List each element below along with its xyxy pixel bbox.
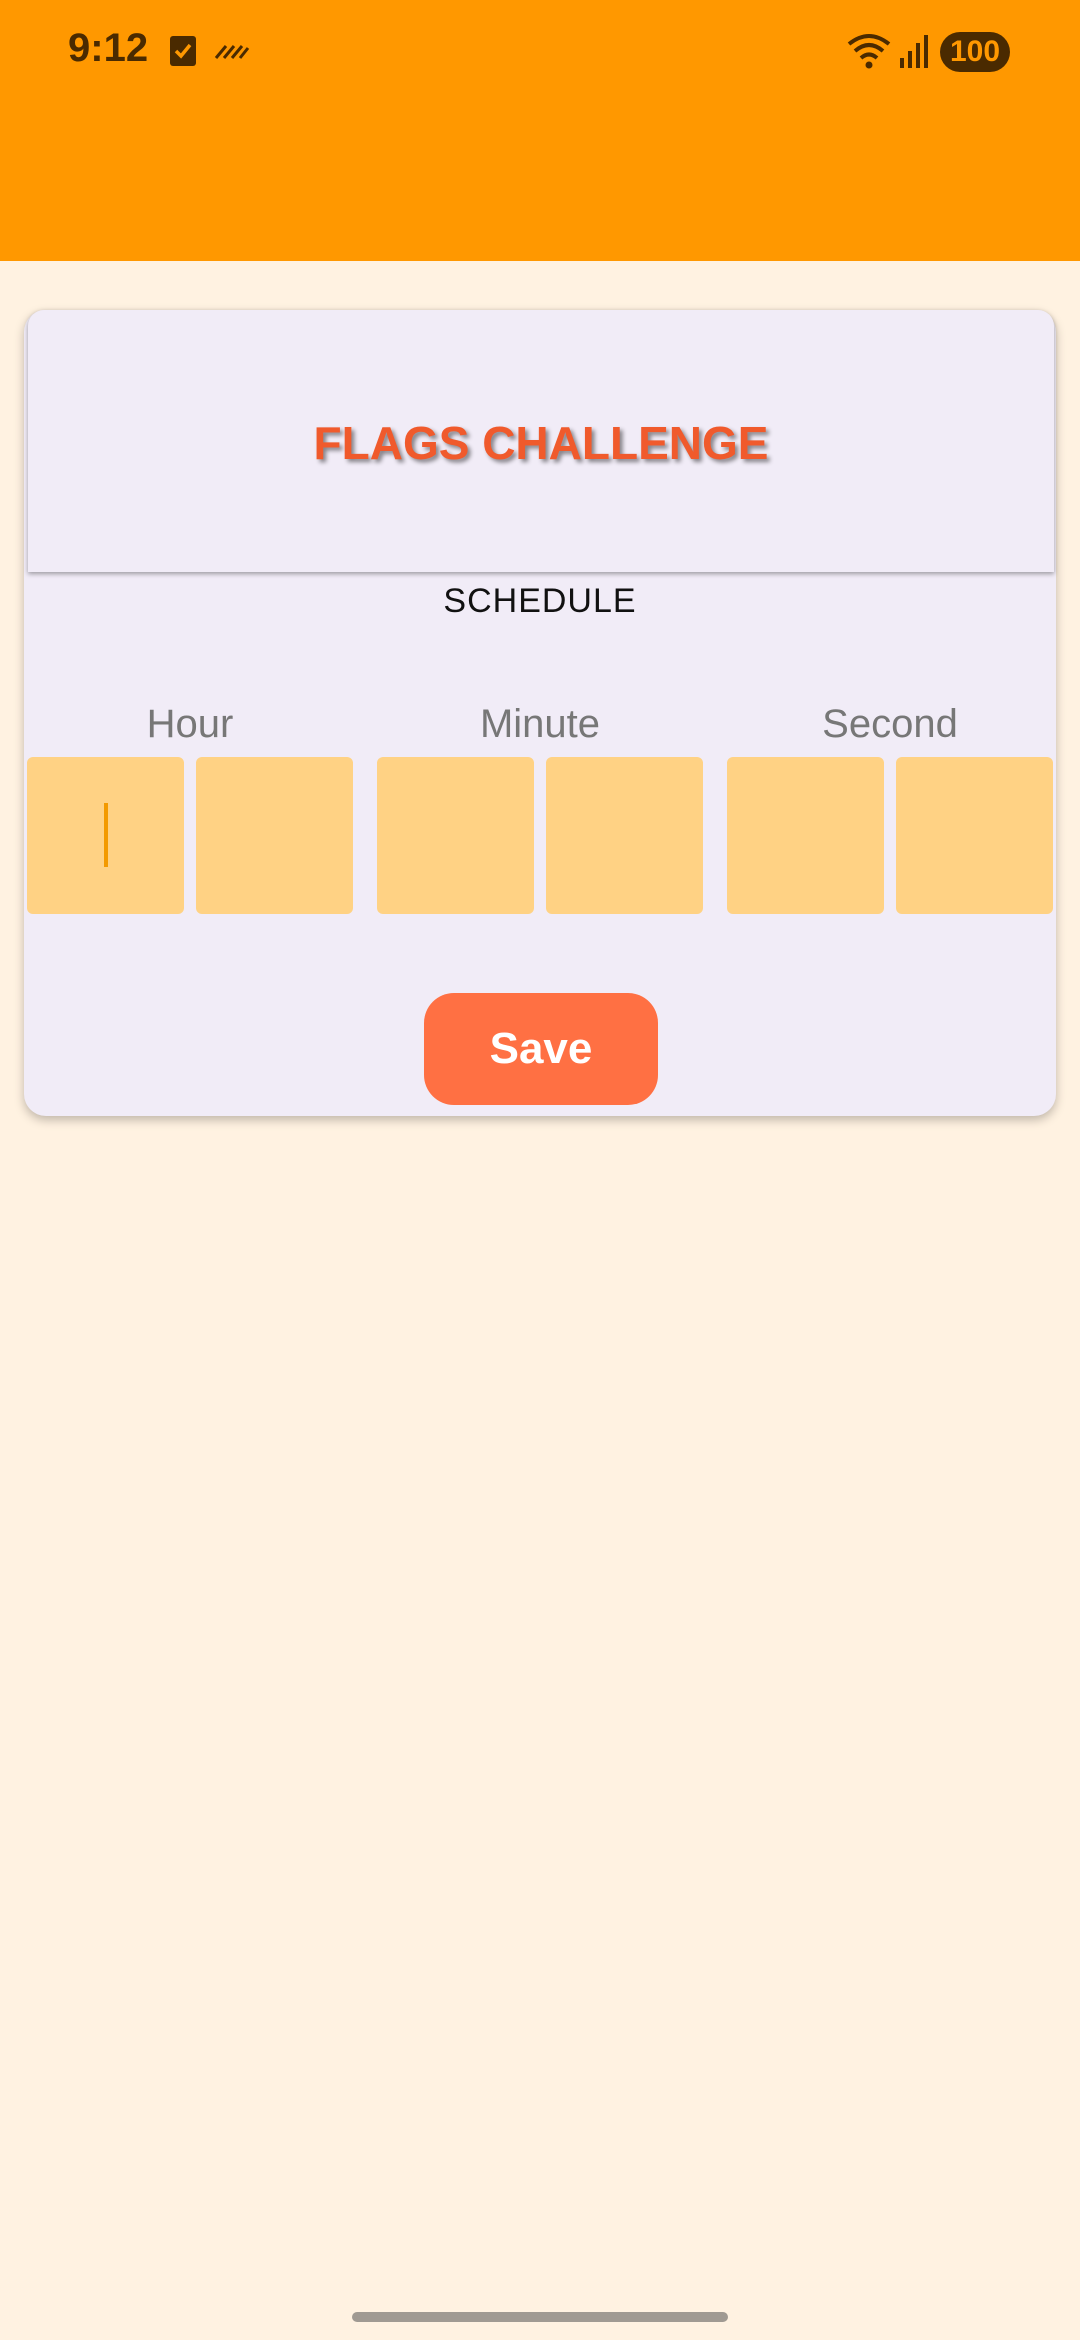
battery-indicator: 100 bbox=[940, 32, 1010, 72]
schedule-card: FLAGS CHALLENGE SCHEDULE Hour Minute Sec… bbox=[24, 310, 1056, 1116]
home-indicator[interactable] bbox=[352, 2312, 728, 2322]
checkbox-icon bbox=[168, 34, 198, 73]
wave-icon bbox=[214, 42, 250, 67]
wifi-icon bbox=[846, 30, 892, 75]
minute-label: Minute bbox=[479, 702, 601, 746]
hour-digit-1-input[interactable] bbox=[27, 757, 184, 914]
status-time: 9:12 bbox=[68, 26, 149, 70]
text-cursor bbox=[104, 803, 108, 867]
minute-digit-2-input[interactable] bbox=[546, 757, 703, 914]
title-header: FLAGS CHALLENGE bbox=[28, 310, 1054, 572]
hour-label: Hour bbox=[146, 702, 234, 746]
second-digit-2-input[interactable] bbox=[896, 757, 1053, 914]
hour-digit-2-input[interactable] bbox=[196, 757, 353, 914]
app-bar: 9:12 100 bbox=[0, 0, 1080, 261]
minute-digit-1-input[interactable] bbox=[377, 757, 534, 914]
page-title: FLAGS CHALLENGE bbox=[313, 417, 769, 469]
second-digit-1-input[interactable] bbox=[727, 757, 884, 914]
schedule-label: SCHEDULE bbox=[443, 582, 637, 620]
second-label: Second bbox=[822, 702, 958, 746]
save-button[interactable]: Save bbox=[424, 993, 658, 1105]
signal-icon bbox=[898, 34, 930, 73]
